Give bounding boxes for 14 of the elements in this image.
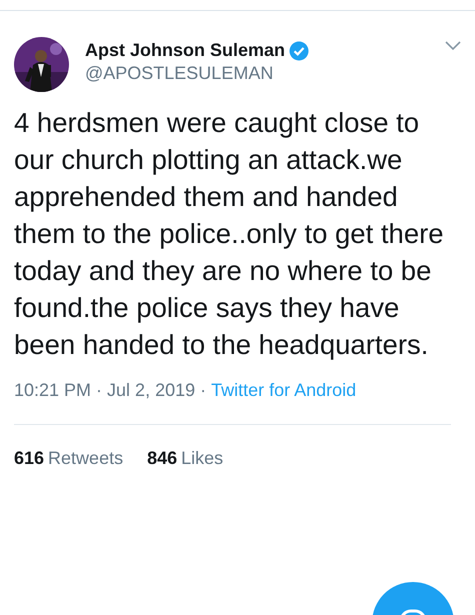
separator-dot: · <box>96 379 102 402</box>
tweet-text: 4 herdsmen were caught close to our church plotting an attack.we apprehended them and handed them to the police..only to get there today and they are no where to be found.the police says they have been handed to the headquarters. <box>13 106 445 362</box>
source-link[interactable]: Twitter for Android <box>211 377 356 404</box>
compose-icon <box>400 610 426 615</box>
author-handle[interactable]: @APOSTLESULEMAN <box>85 64 310 84</box>
stat-label[interactable]: Likes <box>181 445 224 472</box>
separator-dot: · <box>200 379 206 402</box>
stat-count[interactable]: 616 <box>14 445 44 472</box>
timestamp-text: Jul 2, 2019 <box>107 379 196 402</box>
stat-count[interactable]: 846 <box>147 445 178 472</box>
author-name[interactable]: Apst Johnson Suleman <box>85 37 286 64</box>
chevron-down-icon[interactable] <box>445 41 461 50</box>
timestamp-text: 10:21 PM <box>14 379 92 402</box>
stat-label[interactable]: Retweets <box>48 445 124 472</box>
